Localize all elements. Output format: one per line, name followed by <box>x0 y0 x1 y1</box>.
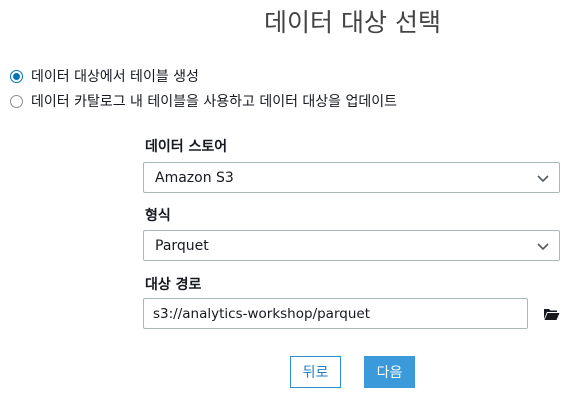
format-label: 형식 <box>145 208 171 224</box>
radio-update-catalog[interactable]: 데이터 카탈로그 내 테이블을 사용하고 데이터 대상을 업데이트 <box>10 91 397 111</box>
target-path-input[interactable]: s3://analytics-workshop/parquet <box>143 298 528 329</box>
folder-open-icon[interactable] <box>543 307 560 321</box>
radio-create-table[interactable]: 데이터 대상에서 테이블 생성 <box>10 66 199 86</box>
next-button[interactable]: 다음 <box>364 356 415 388</box>
format-value: Parquet <box>155 237 209 254</box>
target-path-label: 대상 경로 <box>145 277 202 293</box>
back-button[interactable]: 뒤로 <box>290 356 341 388</box>
target-path-value: s3://analytics-workshop/parquet <box>153 305 370 322</box>
radio-update-catalog-indicator[interactable] <box>10 94 23 108</box>
chevron-down-icon <box>537 243 549 251</box>
page-title: 데이터 대상 선택 <box>264 8 441 37</box>
data-store-label: 데이터 스토어 <box>145 139 228 155</box>
data-store-select[interactable]: Amazon S3 <box>143 162 560 193</box>
format-select[interactable]: Parquet <box>143 230 560 261</box>
chevron-down-icon <box>537 175 549 183</box>
radio-update-catalog-label: 데이터 카탈로그 내 테이블을 사용하고 데이터 대상을 업데이트 <box>31 94 398 110</box>
radio-create-table-label: 데이터 대상에서 테이블 생성 <box>31 69 199 85</box>
data-store-value: Amazon S3 <box>155 169 234 186</box>
radio-create-table-indicator[interactable] <box>10 69 23 83</box>
